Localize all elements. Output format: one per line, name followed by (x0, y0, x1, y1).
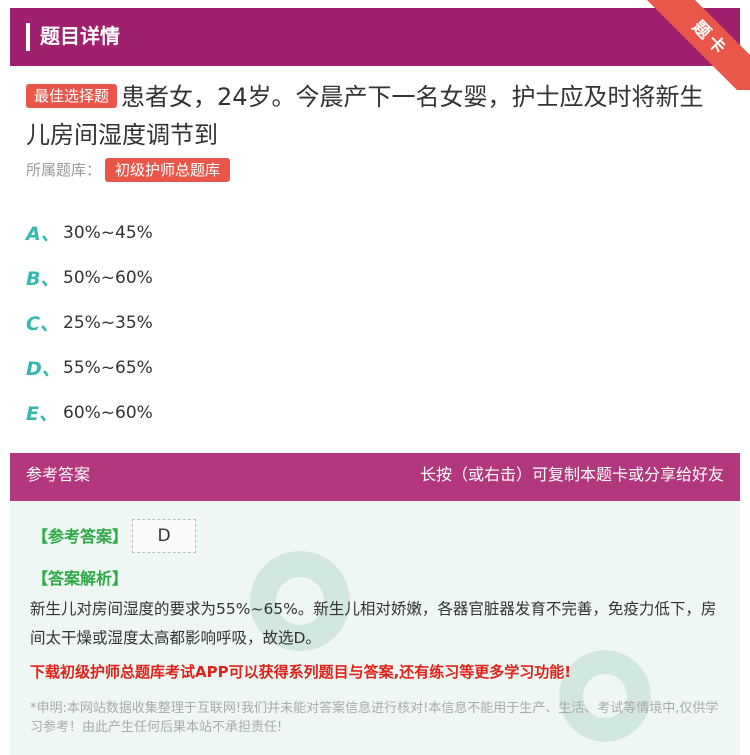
question-card: 题目详情 题卡 最佳选择题 患者女，24岁。今晨产下一名女婴，护士应及时将新生儿房… (10, 0, 750, 755)
page-header: 题目详情 (10, 8, 740, 66)
option-text: 55%~65% (63, 357, 153, 378)
bank-badge[interactable]: 初级护师总题库 (105, 158, 231, 182)
question-bank-meta: 所属题库： 初级护师总题库 (26, 158, 231, 182)
bank-label: 所属题库： (26, 161, 102, 179)
question-stem: 最佳选择题 患者女，24岁。今晨产下一名女婴，护士应及时将新生儿房间湿度调节到 (26, 78, 726, 154)
options-list: A、 30%~45% B、 50%~60% C、 25%~35% D、 55%~65% … (26, 210, 153, 435)
share-hint: 长按（或右击）可复制本题卡或分享给好友 (419, 465, 724, 484)
option-letter: C、 (26, 313, 59, 335)
analysis-label: 【答案解析】 (32, 569, 129, 588)
option-a[interactable]: A、 30%~45% (26, 210, 153, 255)
disclaimer-text: *申明:本网站数据收集整理于互联网!我们并未能对答案信息进行核对!本信息不能用于… (30, 701, 719, 735)
ribbon-corner: 题卡 (640, 0, 750, 90)
page-title: 题目详情 (40, 24, 120, 48)
option-text: 30%~45% (63, 222, 153, 243)
answer-label: 【参考答案】 (32, 527, 129, 546)
header-accent-bar (26, 23, 30, 51)
question-type-badge: 最佳选择题 (26, 84, 118, 108)
answer-header-title: 参考答案 (26, 465, 91, 484)
option-text: 25%~35% (63, 312, 153, 333)
answer-body: 【参考答案】 D 【答案解析】 新生儿对房间湿度的要求为55%~65%。新生儿相… (10, 501, 740, 755)
option-letter: E、 (26, 403, 58, 425)
option-e[interactable]: E、 60%~60% (26, 390, 153, 435)
question-text: 患者女，24岁。今晨产下一名女婴，护士应及时将新生儿房间湿度调节到 (26, 83, 704, 149)
option-c[interactable]: C、 25%~35% (26, 300, 153, 345)
answer-value: D (132, 519, 196, 553)
option-b[interactable]: B、 50%~60% (26, 255, 153, 300)
option-d[interactable]: D、 55%~65% (26, 345, 153, 390)
option-text: 50%~60% (63, 267, 153, 288)
question-card-ribbon[interactable]: 题卡 (641, 0, 750, 90)
option-letter: D、 (26, 358, 61, 380)
option-text: 60%~60% (63, 402, 153, 423)
answer-header: 参考答案 长按（或右击）可复制本题卡或分享给好友 (10, 453, 740, 501)
option-letter: B、 (26, 268, 60, 290)
option-letter: A、 (26, 223, 60, 245)
analysis-text: 新生儿对房间湿度的要求为55%~65%。新生儿相对娇嫩，各器官脏器发育不完善，免… (30, 600, 717, 647)
app-promo-link[interactable]: 下载初级护师总题库考试APP可以获得系列题目与答案,还有练习等更多学习功能! (30, 661, 730, 682)
